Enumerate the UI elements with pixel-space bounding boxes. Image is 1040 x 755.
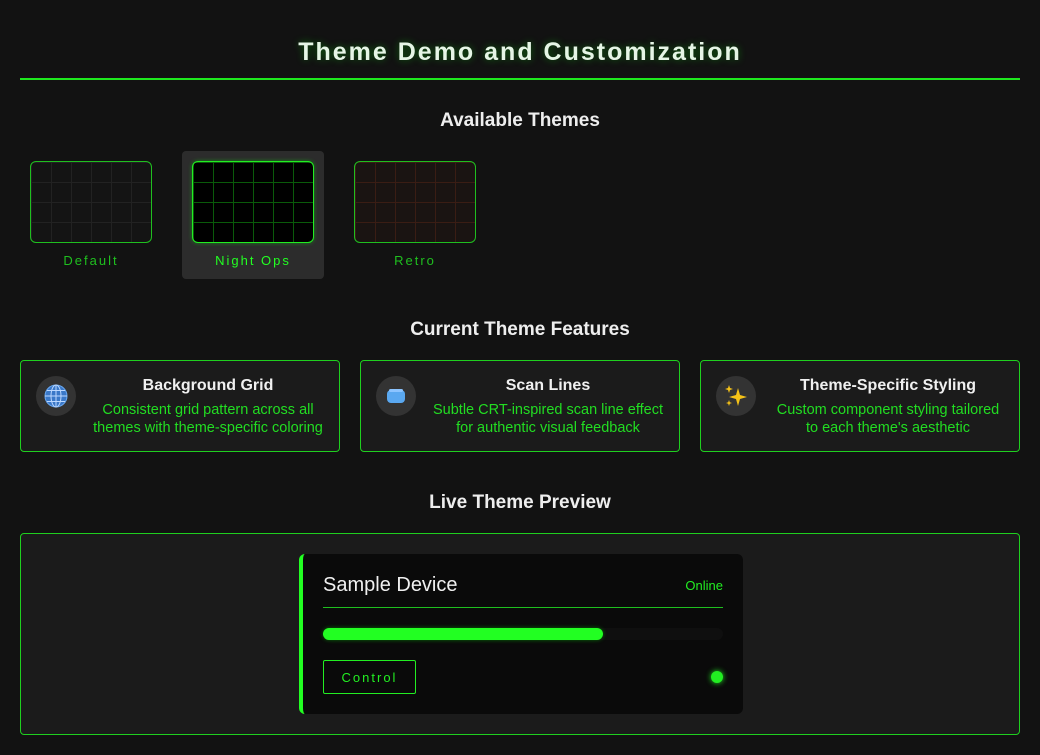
feature-title: Theme-Specific Styling xyxy=(799,377,977,394)
globe-icon xyxy=(36,376,76,416)
theme-label: Default xyxy=(63,253,119,268)
theme-label: Retro xyxy=(394,253,436,268)
theme-option-default[interactable]: Default xyxy=(20,151,162,279)
feature-card-theme-styling: Theme-Specific Styling Custom component … xyxy=(700,360,1020,452)
device-name: Sample Device xyxy=(323,574,458,596)
feature-description: Custom component styling tailored to eac… xyxy=(776,402,1000,436)
device-divider xyxy=(323,607,723,608)
scan-lines-icon xyxy=(376,376,416,416)
sparkles-icon xyxy=(716,376,756,416)
feature-description: Consistent grid pattern across all theme… xyxy=(93,402,323,436)
device-card: Sample Device Online Control xyxy=(299,554,743,714)
theme-option-retro[interactable]: Retro xyxy=(344,151,486,279)
feature-title: Scan Lines xyxy=(505,377,591,394)
live-preview-panel: Sample Device Online Control xyxy=(20,533,1020,735)
theme-features-heading: Current Theme Features xyxy=(410,319,630,340)
page-title: Theme Demo and Customization xyxy=(298,38,742,66)
status-indicator-dot xyxy=(711,671,723,683)
title-divider xyxy=(20,78,1020,80)
theme-preview-swatch xyxy=(354,161,476,243)
feature-card-scan-lines: Scan Lines Subtle CRT-inspired scan line… xyxy=(360,360,680,452)
control-button[interactable]: Control xyxy=(323,660,416,694)
feature-title: Background Grid xyxy=(142,377,274,394)
progress-fill xyxy=(323,628,603,640)
live-preview-heading: Live Theme Preview xyxy=(429,492,611,513)
theme-label: Night Ops xyxy=(215,253,291,268)
theme-preview-swatch xyxy=(192,161,314,243)
device-progress-bar xyxy=(323,628,723,640)
available-themes-heading: Available Themes xyxy=(440,110,600,131)
feature-description: Subtle CRT-inspired scan line effect for… xyxy=(433,402,663,436)
feature-card-background-grid: Background Grid Consistent grid pattern … xyxy=(20,360,340,452)
device-status: Online xyxy=(685,578,723,593)
theme-option-night-ops[interactable]: Night Ops xyxy=(182,151,324,279)
theme-preview-swatch xyxy=(30,161,152,243)
